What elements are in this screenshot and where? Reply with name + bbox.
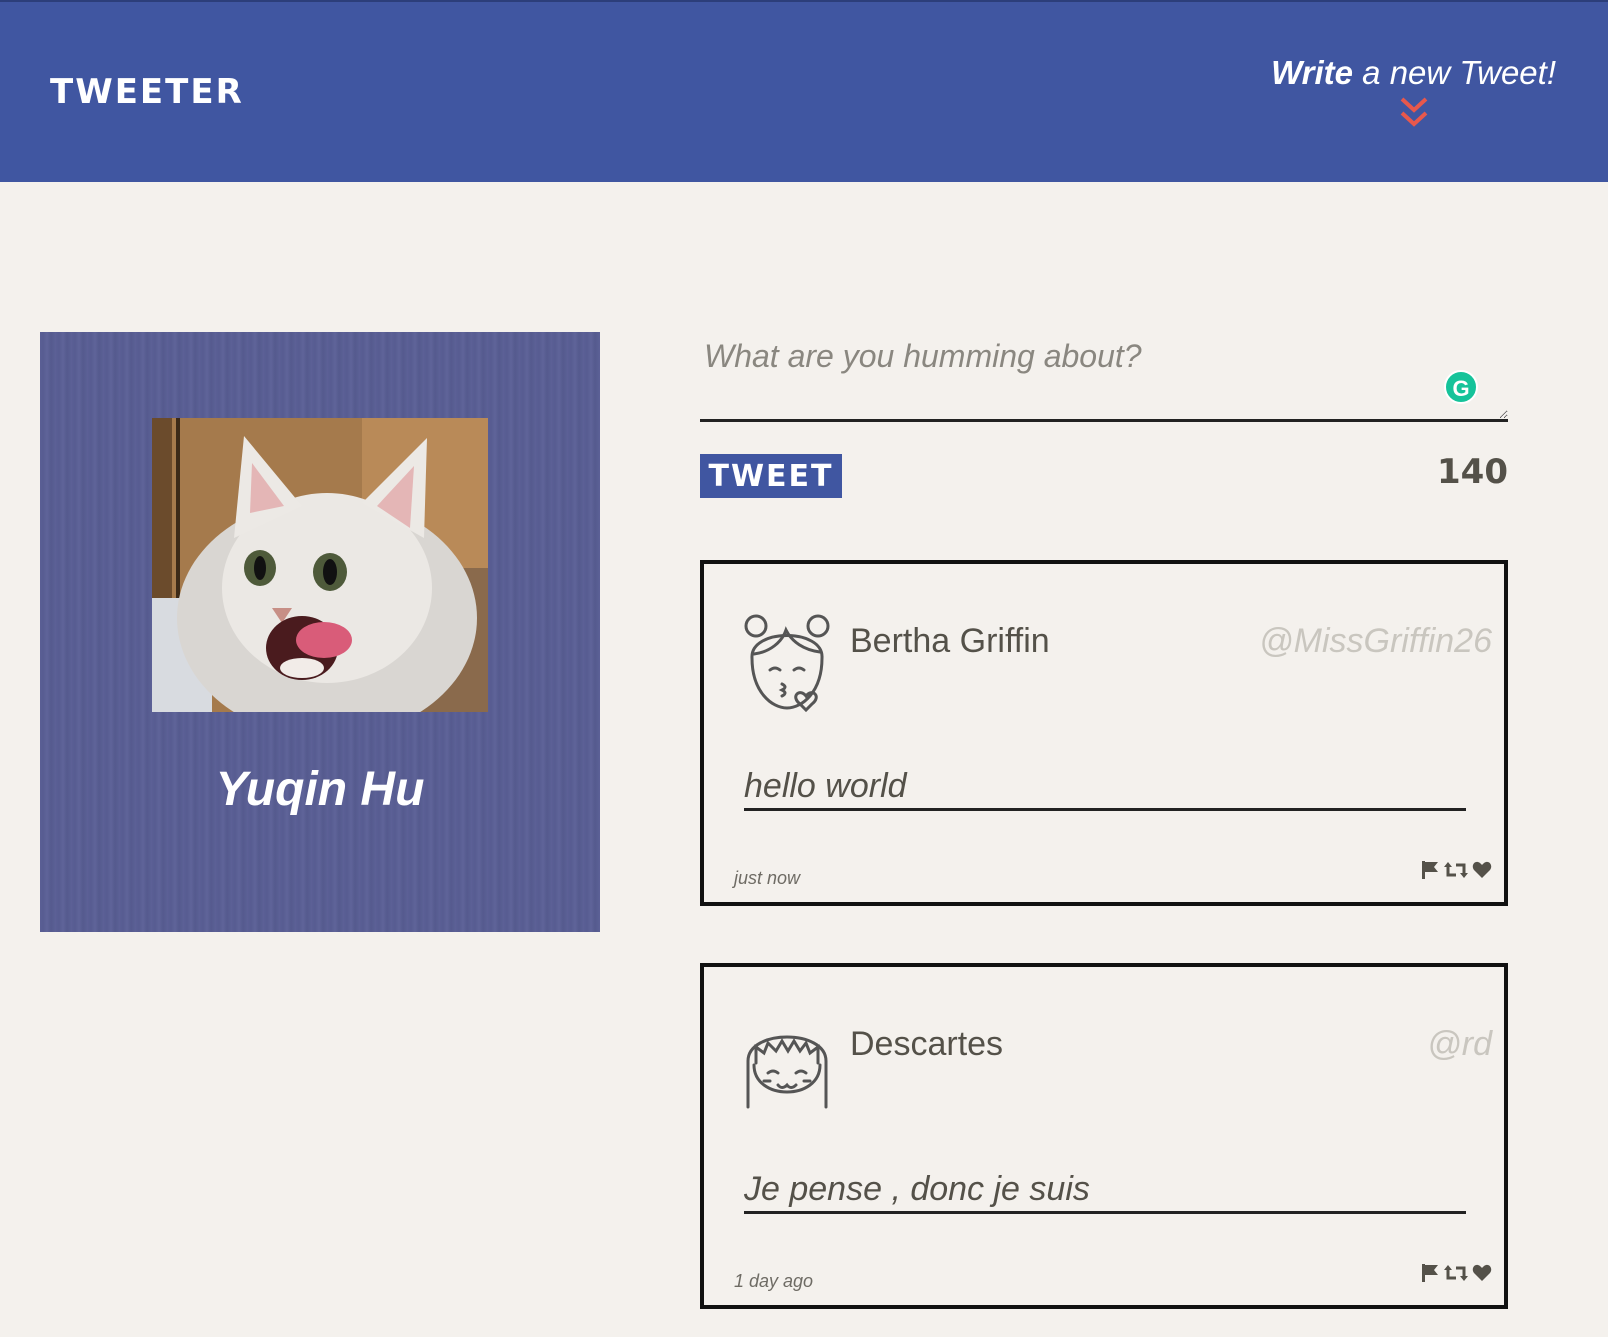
cat-photo-icon <box>152 418 488 712</box>
user-profile-card: Yuqin Hu <box>40 332 600 932</box>
tweet-text-input[interactable] <box>700 330 1508 422</box>
retweet-icon[interactable] <box>1444 1263 1468 1288</box>
girl-smile-avatar-icon <box>746 1035 828 1109</box>
heart-icon[interactable] <box>1472 1263 1492 1288</box>
heart-icon[interactable] <box>1472 860 1492 885</box>
tweet-submit-button[interactable]: TWEET <box>700 454 842 498</box>
flag-icon[interactable] <box>1420 1263 1440 1288</box>
write-new-tweet-toggle[interactable]: Write a new Tweet! <box>1271 54 1556 130</box>
tweet-content: Je pense , donc je suis <box>744 1169 1466 1214</box>
tweet-author-name[interactable]: Bertha Griffin <box>850 622 1050 661</box>
new-tweet-composer: G TWEET 140 <box>700 330 1508 498</box>
avatar <box>152 418 488 712</box>
tweet-card: Bertha Griffin @MissGriffin26 hello worl… <box>700 560 1508 906</box>
tweet-card: Descartes @rd Je pense , donc je suis 1 … <box>700 963 1508 1309</box>
tweet-author-name[interactable]: Descartes <box>850 1025 1003 1064</box>
tweet-content: hello world <box>744 766 1466 811</box>
top-navigation-bar: TWEETER Write a new Tweet! <box>0 0 1608 182</box>
retweet-icon[interactable] <box>1444 860 1468 885</box>
tweet-author-handle[interactable]: @rd <box>1427 1025 1492 1064</box>
write-new-tweet-label[interactable]: Write a new Tweet! <box>1271 54 1556 92</box>
user-display-name: Yuqin Hu <box>215 763 425 816</box>
double-chevron-down-icon[interactable] <box>1399 96 1429 130</box>
tweet-author-handle[interactable]: @MissGriffin26 <box>1259 622 1492 661</box>
tweet-actions <box>1420 860 1492 885</box>
grammarly-icon[interactable]: G <box>1444 370 1478 404</box>
character-counter: 140 <box>1437 452 1508 492</box>
flag-icon[interactable] <box>1420 860 1440 885</box>
girl-kiss-avatar-icon <box>744 614 830 712</box>
write-label-strong: Write <box>1271 54 1354 91</box>
tweet-timestamp: just now <box>734 868 801 888</box>
tweet-actions <box>1420 1263 1492 1288</box>
write-label-rest: a new Tweet! <box>1353 54 1556 91</box>
tweet-timestamp: 1 day ago <box>734 1271 814 1291</box>
brand-logo[interactable]: TWEETER <box>50 72 244 112</box>
